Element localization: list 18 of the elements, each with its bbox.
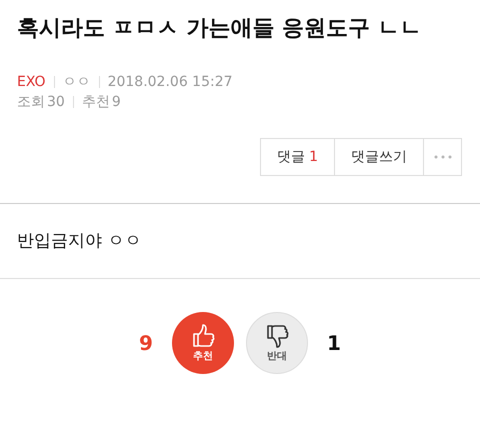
upvote-count: 9 — [138, 330, 154, 357]
thumbs-down-icon — [265, 323, 289, 349]
recommend-label: 추천 — [82, 93, 110, 112]
board-link[interactable]: EXO — [17, 72, 46, 92]
views-count: 30 — [47, 93, 65, 112]
comments-button[interactable]: 댓글 1 — [261, 139, 334, 175]
views-label: 조회 — [17, 93, 45, 112]
post-title: 혹시라도 ㅍㅁㅅ 가는애들 응원도구 ㄴㄴ — [17, 15, 423, 43]
upvote-button[interactable]: 추천 — [172, 312, 234, 374]
thumbs-up-icon — [191, 323, 215, 349]
more-icon — [434, 155, 452, 159]
author-name: ㅇㅇ — [62, 73, 91, 92]
downvote-button[interactable]: 반대 — [246, 312, 308, 374]
write-comment-button[interactable]: 댓글쓰기 — [334, 139, 423, 175]
post-body: 반입금지야 ㅇㅇ — [16, 230, 142, 253]
post-date: 2018.02.06 15:27 — [108, 73, 233, 92]
recommend-count: 9 — [112, 93, 121, 112]
downvote-count: 1 — [326, 330, 342, 357]
